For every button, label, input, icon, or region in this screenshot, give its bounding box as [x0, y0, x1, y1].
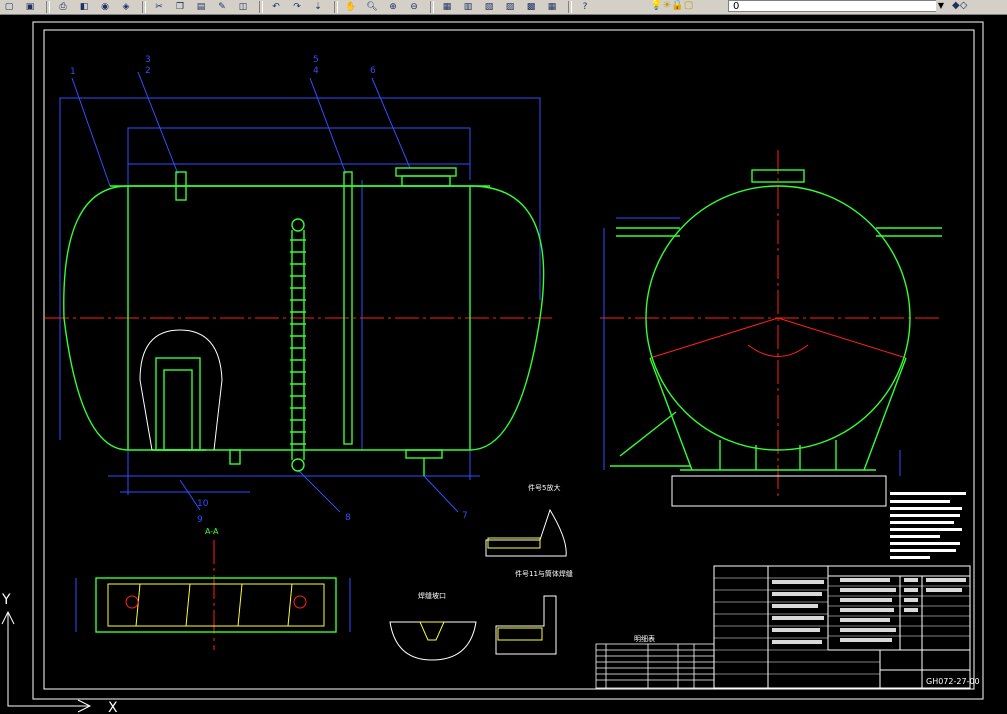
inner-frame: [43, 29, 975, 690]
toolbar-separator: [46, 1, 50, 13]
publish-icon[interactable]: ◉: [96, 1, 114, 13]
cut-icon[interactable]: ✂: [150, 1, 168, 13]
ucs-x-label: X: [108, 700, 118, 714]
calc-icon[interactable]: ▦: [543, 1, 561, 13]
markup-icon[interactable]: ▩: [522, 1, 540, 13]
title-block-rows: [714, 577, 970, 675]
title-block: [713, 565, 971, 689]
parts-list: [595, 643, 715, 689]
callout-10: 10: [197, 499, 209, 509]
properties-icon[interactable]: ▦: [438, 1, 456, 13]
redo-dropdown-icon[interactable]: ⇣: [309, 1, 327, 13]
drawing-canvas[interactable]: 1 3 2 5 4 6 10 9 8 7 A-A 件号5放大 件号11与筒体焊缝…: [0, 15, 1007, 714]
zoom-window-icon[interactable]: ⊕: [384, 1, 402, 13]
toolbar-separator: [568, 1, 572, 13]
design-center-icon[interactable]: ▥: [459, 1, 477, 13]
section-title: A-A: [205, 527, 219, 536]
callout-5: 5: [313, 55, 319, 65]
callout-2: 2: [145, 66, 151, 76]
zoom-realtime-icon[interactable]: 🔍︎: [363, 1, 381, 13]
copy-icon[interactable]: ❐: [171, 1, 189, 13]
callout-6: 6: [370, 66, 376, 76]
outer-frame: [32, 21, 984, 700]
detail-title-3: 焊缝坡口: [418, 591, 446, 600]
callout-8: 8: [345, 513, 351, 523]
toolbar-separator: [142, 1, 146, 13]
plot-icon[interactable]: ◈: [117, 1, 135, 13]
callout-7: 7: [462, 511, 468, 521]
paste-icon[interactable]: ▤: [192, 1, 210, 13]
front-view: 1 3 2 5 4 6 10 9 8 7: [45, 55, 552, 525]
detail-title-2: 件号11与筒体焊缝: [515, 569, 573, 578]
pan-icon[interactable]: ✋: [342, 1, 360, 13]
toolbar-separator: [334, 1, 338, 13]
sheet-set-icon[interactable]: ▨: [501, 1, 519, 13]
detail-title-1: 件号5放大: [528, 483, 560, 492]
saddle-view: A-A: [75, 527, 351, 650]
preview-icon[interactable]: ◧: [75, 1, 93, 13]
callout-3: 3: [145, 55, 151, 65]
layer-state-icons[interactable]: 💡☀🔒▢: [650, 0, 693, 12]
tool-palette-icon[interactable]: ▧: [480, 1, 498, 13]
zoom-previous-icon[interactable]: ⊖: [405, 1, 423, 13]
toolbar-separator: [430, 1, 434, 13]
drawing-number: GH072-27-00: [926, 677, 980, 686]
technical-notes: [890, 492, 966, 559]
ucs-y-label: Y: [1, 592, 11, 608]
block-editor-icon[interactable]: ◫: [234, 1, 252, 13]
help-icon[interactable]: ?: [576, 1, 594, 13]
side-view: [600, 150, 942, 507]
layer-dropdown[interactable]: 0: [728, 0, 940, 12]
parts-list-title: 明细表: [634, 634, 655, 643]
layer-tools-icons[interactable]: ◆◇: [952, 0, 967, 12]
title-block-text-fill: [772, 578, 966, 644]
undo-icon[interactable]: ↶: [267, 1, 285, 13]
ucs-icon: [1, 610, 92, 713]
toolbar-separator: [259, 1, 263, 13]
callout-4: 4: [313, 66, 319, 76]
chevron-down-icon[interactable]: ▼: [936, 0, 946, 12]
new-icon[interactable]: ▢: [0, 1, 18, 13]
print-icon[interactable]: ⎙: [54, 1, 72, 13]
redo-icon[interactable]: ↷: [288, 1, 306, 13]
layer-value: 0: [733, 1, 740, 12]
callout-1: 1: [70, 67, 76, 77]
save-icon[interactable]: ▣: [21, 1, 39, 13]
weld-details: 件号5放大 件号11与筒体焊缝 焊缝坡口: [389, 483, 573, 661]
callout-9: 9: [197, 515, 203, 525]
match-properties-icon[interactable]: ✎: [213, 1, 231, 13]
